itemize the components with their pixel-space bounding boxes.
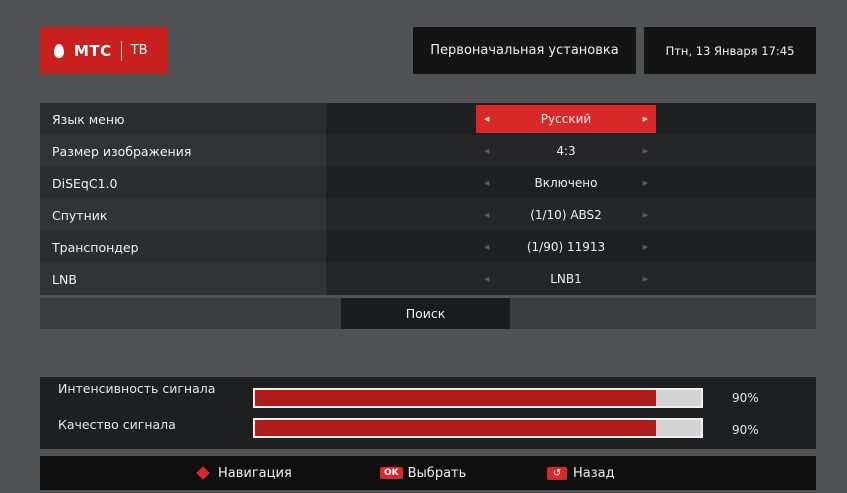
satellite-selector[interactable]: ◀ (1/10) ABS2 ▶	[476, 201, 656, 229]
search-row-spacer	[40, 298, 341, 329]
arrow-right-icon[interactable]: ▶	[643, 147, 648, 155]
menu-row-aspect-ratio[interactable]: Размер изображения ◀ 4:3 ▶	[40, 135, 816, 167]
footer-back-label: Назад	[573, 465, 615, 481]
logo-separator	[120, 40, 122, 61]
menu-row-label: DiSEqC1.0	[40, 167, 326, 199]
selector-value: Включено	[534, 176, 598, 190]
menu-row-diseqc[interactable]: DiSEqC1.0 ◀ Включено ▶	[40, 167, 816, 199]
menu-row-value-cell: ◀ 4:3 ▶	[326, 135, 816, 167]
footer-navigation-label: Навигация	[218, 465, 292, 481]
signal-quality-bar	[253, 418, 703, 438]
transponder-selector[interactable]: ◀ (1/90) 11913 ▶	[476, 233, 656, 261]
menu-row-transponder[interactable]: Транспондер ◀ (1/90) 11913 ▶	[40, 231, 816, 263]
menu-row-lnb[interactable]: LNB ◀ LNB1 ▶	[40, 263, 816, 295]
footer-back-hint: ↺ Назад	[547, 466, 615, 481]
menu-row-value-cell: ◀ Включено ▶	[326, 167, 816, 199]
arrow-right-icon[interactable]: ▶	[643, 211, 648, 219]
selector-value: 4:3	[556, 144, 576, 158]
logo-suffix: ТВ	[130, 43, 148, 58]
search-button[interactable]: Поиск	[341, 298, 510, 329]
signal-intensity-label: Интенсивность сигнала	[58, 381, 216, 396]
signal-intensity-percent: 90%	[732, 391, 759, 405]
signal-quality-percent: 90%	[732, 423, 759, 437]
menu-row-label: Спутник	[40, 199, 326, 231]
menu-row-value-cell: ◀ Русский ▶	[326, 103, 816, 135]
selector-value: Русский	[540, 112, 592, 126]
page-title: Первоначальная установка	[413, 27, 636, 74]
dpad-icon	[194, 467, 212, 479]
signal-quality-row: Качество сигнала 90%	[40, 417, 816, 447]
signal-panel: Интенсивность сигнала 90% Качество сигна…	[40, 377, 816, 449]
footer-hints: Навигация OK Выбрать ↺ Назад	[40, 456, 816, 490]
signal-intensity-row: Интенсивность сигнала 90%	[40, 381, 816, 411]
selector-value: (1/10) ABS2	[530, 208, 602, 222]
logo-brand: МТС	[74, 41, 112, 60]
signal-quality-fill	[255, 420, 657, 436]
menu-row-satellite[interactable]: Спутник ◀ (1/10) ABS2 ▶	[40, 199, 816, 231]
menu-row-label: Транспондер	[40, 231, 326, 263]
arrow-right-icon[interactable]: ▶	[643, 179, 648, 187]
signal-intensity-fill	[255, 390, 657, 406]
selector-value: (1/90) 11913	[526, 240, 606, 254]
selector-value: LNB1	[550, 272, 582, 286]
menu-row-language[interactable]: Язык меню ◀ Русский ▶	[40, 103, 816, 135]
signal-quality-label: Качество сигнала	[58, 417, 176, 432]
signal-intensity-bar	[253, 388, 703, 408]
menu-row-value-cell: ◀ (1/10) ABS2 ▶	[326, 199, 816, 231]
mts-egg-icon	[54, 43, 64, 58]
footer-navigation-hint: Навигация	[194, 466, 292, 481]
menu-row-value-cell: ◀ LNB1 ▶	[326, 263, 816, 295]
arrow-right-icon[interactable]: ▶	[643, 275, 648, 283]
mts-tv-logo: МТС ТВ	[40, 27, 168, 74]
lnb-selector[interactable]: ◀ LNB1 ▶	[476, 265, 656, 293]
arrow-right-icon[interactable]: ▶	[643, 115, 648, 123]
footer-select-label: Выбрать	[407, 465, 467, 481]
menu-row-label: Язык меню	[40, 103, 326, 135]
ok-button-icon: OK	[380, 467, 403, 479]
datetime-display: Птн, 13 Января 17:45	[644, 27, 816, 74]
menu-row-value-cell: ◀ (1/90) 11913 ▶	[326, 231, 816, 263]
settings-menu: Язык меню ◀ Русский ▶ Размер изображения…	[40, 103, 816, 295]
language-selector[interactable]: ◀ Русский ▶	[476, 105, 656, 133]
search-row: Поиск	[40, 298, 816, 329]
back-arrow-icon: ↺	[547, 466, 567, 480]
menu-row-label: LNB	[40, 263, 326, 295]
arrow-right-icon[interactable]: ▶	[643, 243, 648, 251]
menu-row-label: Размер изображения	[40, 135, 326, 167]
aspect-ratio-selector[interactable]: ◀ 4:3 ▶	[476, 137, 656, 165]
diseqc-selector[interactable]: ◀ Включено ▶	[476, 169, 656, 197]
footer-select-hint: OK Выбрать	[380, 466, 466, 481]
search-row-spacer	[510, 298, 816, 329]
